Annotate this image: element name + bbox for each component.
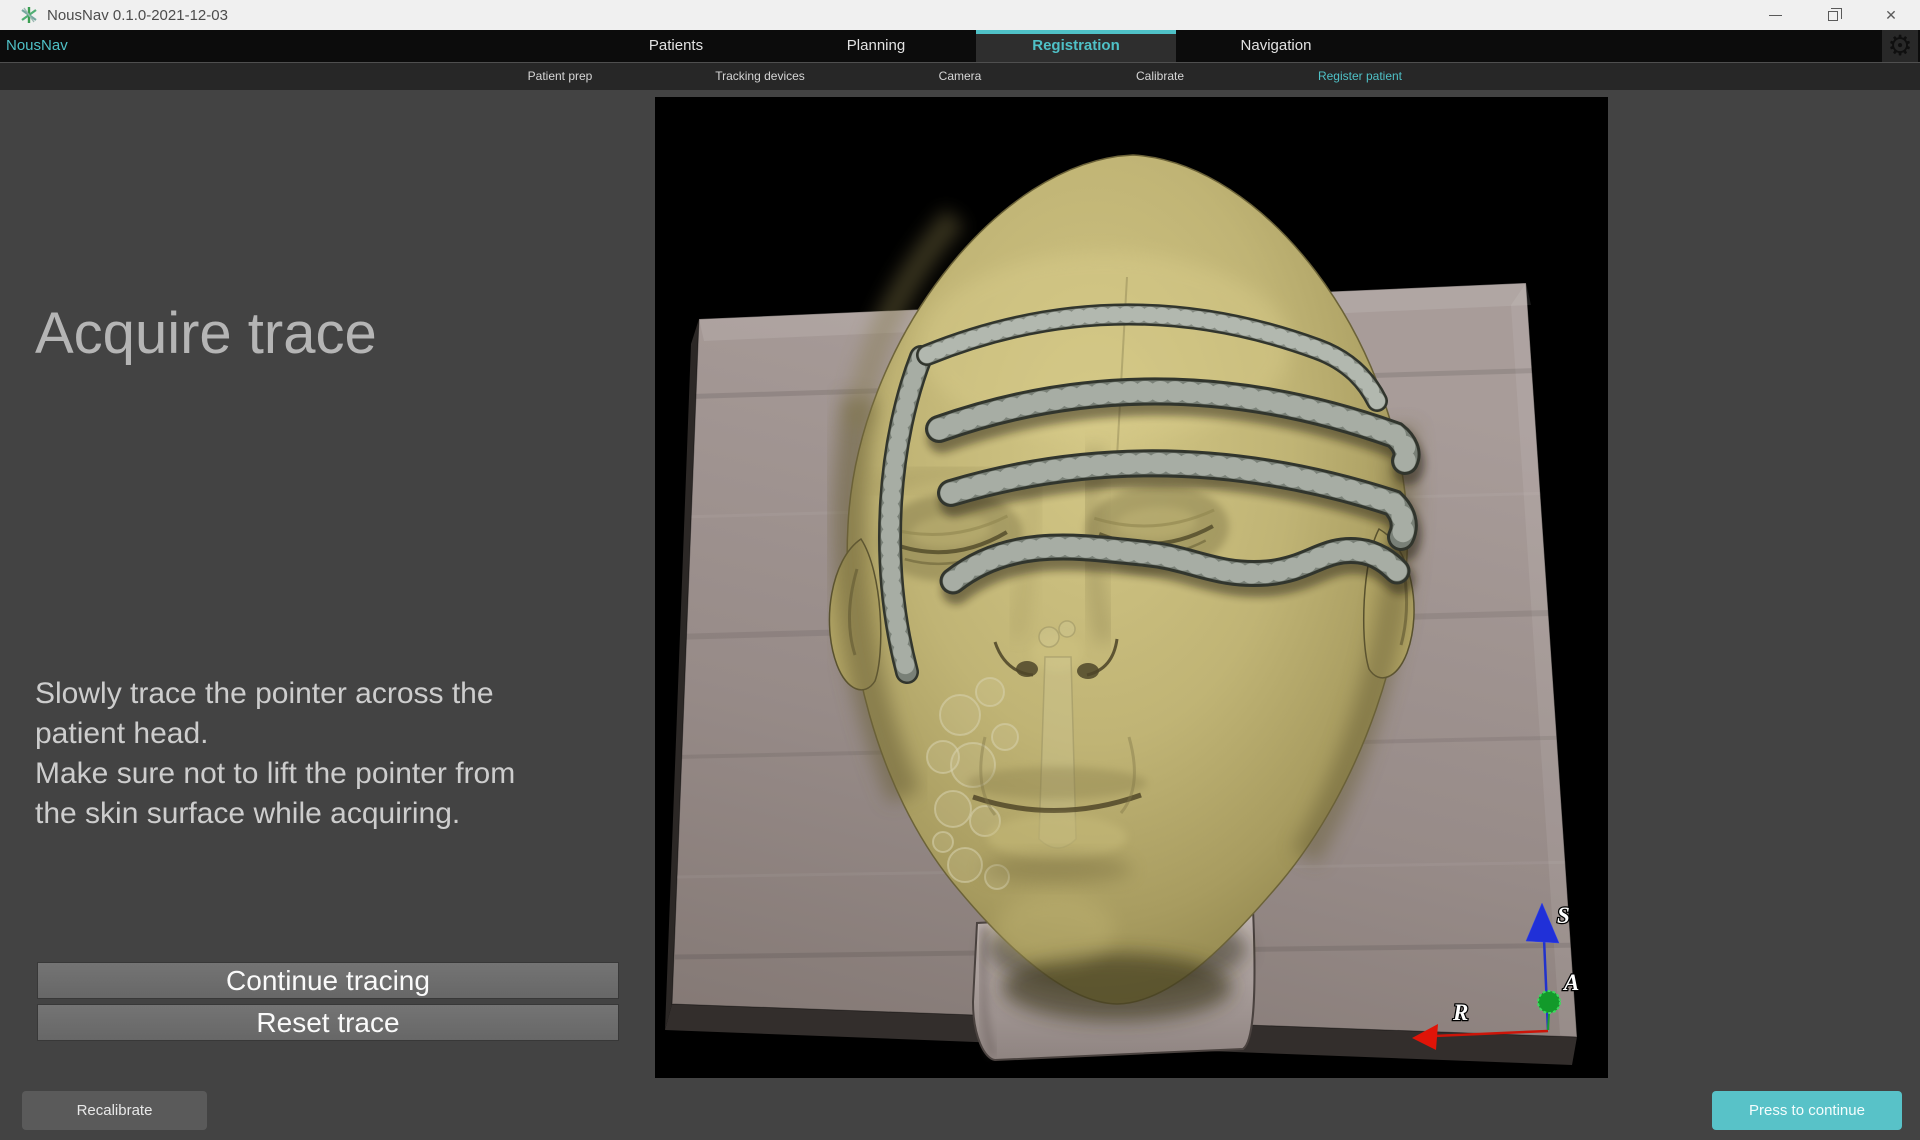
instructions-line: Slowly trace the pointer across the [35,674,515,714]
tab-registration[interactable]: Registration [976,30,1176,62]
axis-label-anterior: A [1562,970,1579,995]
title-bar: NousNav 0.1.0-2021-12-03 ✕ [0,0,1920,30]
reset-trace-button[interactable]: Reset trace [37,1004,619,1041]
restore-icon [1828,11,1838,21]
restore-button[interactable] [1804,0,1862,30]
main-tabs: Patients Planning Registration Navigatio… [576,30,1376,62]
step-calibrate[interactable]: Calibrate [1060,63,1260,90]
window-controls: ✕ [1746,0,1920,30]
brand-label: NousNav [6,30,68,62]
tab-patients[interactable]: Patients [576,30,776,62]
axis-label-right: R [1452,1000,1468,1025]
app-logo-icon [20,6,38,24]
continue-tracing-button[interactable]: Continue tracing [37,962,619,999]
minimize-icon [1769,15,1782,16]
minimize-button[interactable] [1746,0,1804,30]
step-register-patient[interactable]: Register patient [1260,63,1460,90]
3d-viewport[interactable]: S A R [655,97,1608,1078]
instructions-line: patient head. [35,714,515,754]
close-icon: ✕ [1885,8,1897,22]
instructions-line: the skin surface while acquiring. [35,794,515,834]
recalibrate-button[interactable]: Recalibrate [22,1091,207,1130]
close-button[interactable]: ✕ [1862,0,1920,30]
step-tracking-devices[interactable]: Tracking devices [660,63,860,90]
tab-navigation[interactable]: Navigation [1176,30,1376,62]
anterior-axis-dot [1538,991,1560,1013]
page-title: Acquire trace [35,300,377,367]
step-patient-prep[interactable]: Patient prep [460,63,660,90]
instructions-text: Slowly trace the pointer across the pati… [35,674,515,834]
instructions-line: Make sure not to lift the pointer from [35,754,515,794]
tab-planning[interactable]: Planning [776,30,976,62]
main-tab-bar: NousNav Patients Planning Registration N… [0,30,1920,62]
gear-icon: ⚙ [1887,32,1912,60]
settings-button[interactable]: ⚙ [1882,30,1918,62]
app-window: NousNav 0.1.0-2021-12-03 ✕ NousNav Patie… [0,0,1920,1140]
axis-label-superior: S [1557,903,1570,928]
registration-steps: Patient prep Tracking devices Camera Cal… [460,63,1460,90]
registration-step-bar: Patient prep Tracking devices Camera Cal… [0,62,1920,90]
step-camera[interactable]: Camera [860,63,1060,90]
press-to-continue-button[interactable]: Press to continue [1712,1091,1902,1130]
window-title: NousNav 0.1.0-2021-12-03 [47,7,228,24]
